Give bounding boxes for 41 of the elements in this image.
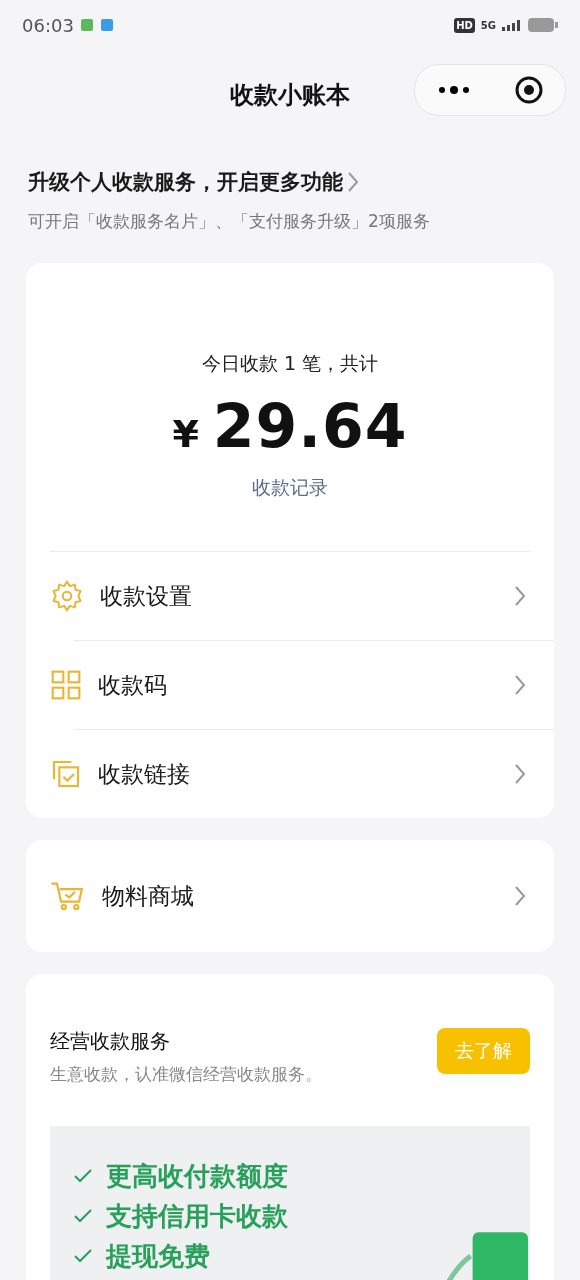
currency-symbol: ¥ — [172, 412, 199, 456]
app-notification-icon — [79, 18, 94, 32]
check-icon — [74, 1249, 92, 1263]
menu-item-label: 收款码 — [98, 670, 168, 700]
close-icon[interactable] — [513, 75, 544, 105]
feature-text: 提现免费 — [106, 1239, 210, 1273]
gear-icon — [50, 579, 84, 613]
chevron-right-icon — [514, 763, 526, 785]
service-title: 经营收款服务 — [50, 1028, 171, 1055]
battery-icon — [528, 18, 558, 32]
network-label: 5G — [480, 19, 496, 31]
chevron-right-icon — [514, 674, 526, 696]
menu-item[interactable]: 收款码 — [26, 641, 554, 729]
service-subtitle: 生意收款，认准微信经营收款服务。 — [50, 1063, 322, 1086]
menu-item[interactable]: 物料商城 — [26, 852, 554, 940]
more-icon[interactable] — [436, 85, 471, 95]
check-icon — [74, 1209, 92, 1223]
upgrade-title[interactable]: 升级个人收款服务，开启更多功能 — [28, 168, 343, 196]
cart-icon — [50, 879, 86, 913]
records-link[interactable]: 收款记录 — [252, 475, 328, 501]
app-notification-icon — [99, 18, 114, 32]
menu-item[interactable]: 收款链接 — [26, 730, 554, 818]
chevron-right-icon — [514, 585, 526, 607]
signal-icon — [502, 19, 522, 31]
qr-code-icon — [50, 669, 82, 701]
amount: 29.64 — [212, 391, 408, 461]
status-time: 06:03 — [22, 14, 74, 36]
chevron-right-icon — [514, 885, 526, 907]
chevron-right-icon — [347, 171, 359, 193]
linked-pages-icon — [50, 758, 82, 790]
today-caption: 今日收款 1 笔，共计 — [201, 351, 379, 376]
menu-item[interactable]: 收款设置 — [26, 552, 554, 640]
feature-text: 更高收付款额度 — [106, 1159, 288, 1193]
menu-item-label: 收款链接 — [98, 759, 191, 789]
hd-badge: HD — [454, 17, 475, 33]
check-icon — [74, 1169, 92, 1183]
page-title: 收款小账本 — [230, 80, 350, 111]
feature-text: 支持信用卡收款 — [106, 1199, 288, 1233]
menu-item-label: 收款设置 — [100, 581, 193, 611]
menu-item-label: 物料商城 — [102, 881, 195, 911]
upgrade-subtitle: 可开启「收款服务名片」、「支付服务升级」2项服务 — [28, 210, 431, 233]
